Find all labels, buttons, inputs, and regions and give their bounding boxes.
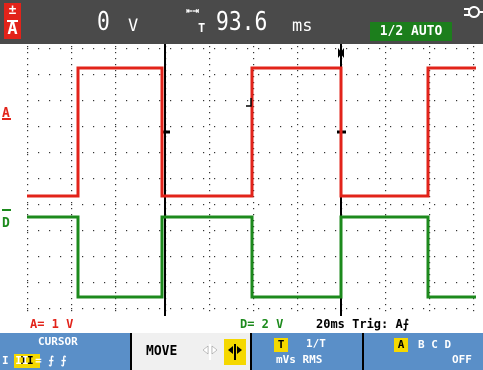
- status-line: A= 1 V D= 2 V 20ms Trig: A⨍: [0, 316, 483, 333]
- softkey-t-key: T: [274, 338, 288, 352]
- power-plug-icon: [464, 6, 483, 18]
- channel-letter: A: [7, 19, 18, 39]
- delta-t-subscript: T: [198, 21, 206, 35]
- softkey-cursor-options: I II = ⨍ ⨍: [2, 354, 67, 367]
- softkey-channel[interactable]: A B C D OFF: [364, 333, 483, 370]
- channel-a-badge[interactable]: ± A: [4, 3, 21, 39]
- time-readout: 93.6: [216, 7, 268, 37]
- trace-a-ground-marker: [2, 118, 11, 120]
- softkey-cursor[interactable]: CURSOR II I II = ⨍ ⨍: [0, 333, 130, 370]
- softkey-move[interactable]: MOVE: [132, 333, 250, 370]
- trace-d-waveform: [27, 215, 476, 299]
- delta-t-icon: ⇤⇥: [186, 4, 200, 17]
- move-cursor-icon: [228, 344, 242, 360]
- trigger-level-marker: [246, 98, 252, 107]
- waveform-canvas: [27, 44, 476, 316]
- softkey-move-label: MOVE: [146, 344, 178, 359]
- measurement-readout-bar: ± A 0 V ⇤⇥ T 93.6 ms 1/2 AUTO: [0, 0, 483, 44]
- trace-d-label: D: [2, 216, 10, 231]
- softkey-measure-line1: 1/T: [306, 337, 326, 350]
- ac-dc-symbol: ±: [8, 3, 17, 18]
- softkey-cursor-title: CURSOR: [38, 335, 78, 348]
- softkey-channel-line2: OFF: [452, 353, 472, 366]
- softkey-channel-a-key: A: [394, 338, 408, 352]
- trace-d-ground-marker: [2, 209, 11, 211]
- timebase-trigger-info: 20ms Trig: A⨍: [316, 317, 409, 331]
- waveform-display: A D: [0, 44, 483, 316]
- voltage-unit: V: [128, 16, 139, 36]
- move-left-right-icon: [202, 344, 218, 360]
- channel-d-range: D= 2 V: [240, 317, 284, 331]
- auto-mode-badge[interactable]: 1/2 AUTO: [370, 22, 452, 41]
- channel-a-range: A= 1 V: [30, 317, 74, 331]
- time-unit: ms: [292, 16, 313, 36]
- softkey-measure[interactable]: T 1/T mVs RMS: [252, 333, 362, 370]
- softkey-measure-line2: mVs RMS: [276, 353, 323, 366]
- trace-a-waveform: [27, 66, 476, 198]
- softkey-channel-line1: B C D: [418, 338, 452, 351]
- voltage-readout: 0: [97, 7, 110, 37]
- softkey-bar: CURSOR II I II = ⨍ ⨍ MOVE T 1/T mVs RMS …: [0, 333, 483, 370]
